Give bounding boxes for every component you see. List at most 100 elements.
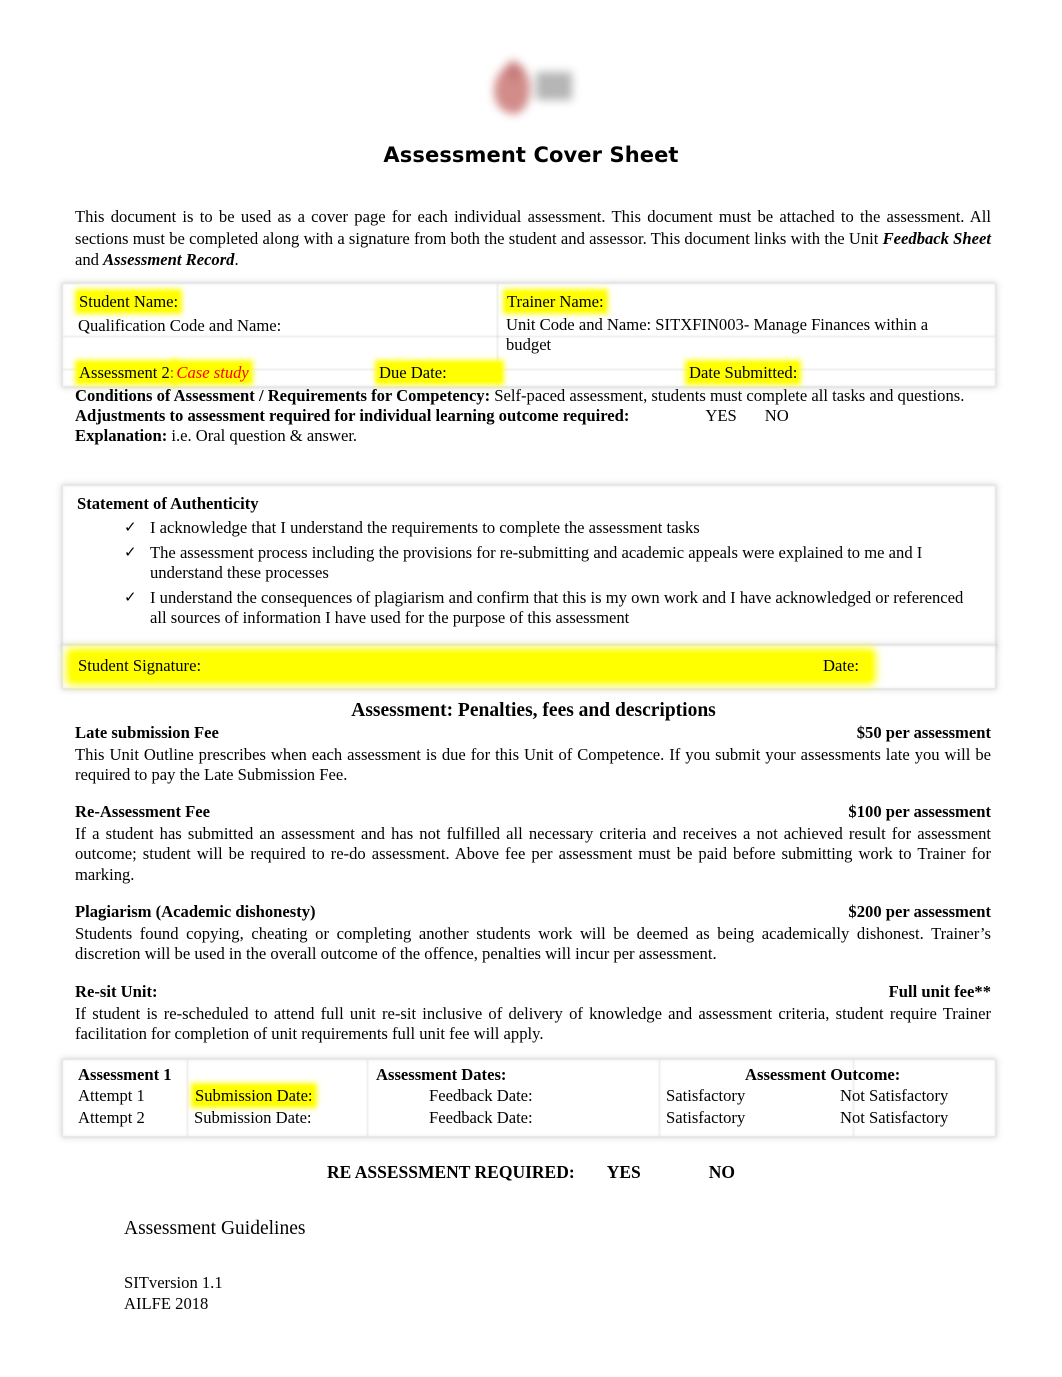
reassessment-no-option[interactable]: NO xyxy=(709,1162,735,1182)
penalty-body: Students found copying, cheating or comp… xyxy=(75,923,991,964)
penalty-block-re-sit: Re-sit Unit: Full unit fee** If student … xyxy=(75,982,991,1045)
info-table-grid: Student Name: Trainer Name: Qualificatio… xyxy=(63,284,995,386)
page-title: Assessment Cover Sheet xyxy=(383,143,679,167)
conditions-block: Conditions of Assessment / Requirements … xyxy=(75,386,993,445)
results-col-divider-2 xyxy=(367,1060,368,1136)
conditions-label: Conditions of Assessment / Requirements … xyxy=(75,386,491,405)
qualification-code-field: Qualification Code and Name: xyxy=(78,315,281,336)
adjustments-no-option[interactable]: NO xyxy=(765,406,789,425)
penalty-block-late-submission: Late submission Fee $50 per assessment T… xyxy=(75,723,991,786)
conditions-text: Self-paced assessment, students must com… xyxy=(490,386,965,405)
penalty-fee: $100 per assessment xyxy=(848,802,991,821)
reassessment-required-row: RE ASSESSMENT REQUIRED: YES NO xyxy=(0,1162,1062,1183)
results-col-divider-3 xyxy=(659,1060,660,1136)
check-icon: ✓ xyxy=(124,587,137,606)
intro-text-3: . xyxy=(234,250,239,269)
unit-code-label[interactable]: Unit Code and Name: SITXFIN003- Manage F… xyxy=(506,315,928,354)
unit-code-field: Unit Code and Name: SITXFIN003- Manage F… xyxy=(506,315,976,355)
adjustments-yes-option[interactable]: YES xyxy=(705,406,736,425)
penalty-body: If a student has submitted an assessment… xyxy=(75,823,991,884)
logo-container xyxy=(0,52,1062,126)
date-submitted-label[interactable]: Date Submitted: xyxy=(688,363,799,382)
statement-of-authenticity-table: Statement of Authenticity ✓ I acknowledg… xyxy=(62,485,996,647)
logo-mark-accent xyxy=(506,60,520,80)
due-date-label[interactable]: Due Date: xyxy=(378,363,501,382)
logo-wordmark xyxy=(536,72,572,100)
results-header-outcome: Assessment Outcome: xyxy=(745,1065,901,1084)
student-info-table: Student Name: Trainer Name: Qualificatio… xyxy=(62,283,996,387)
penalties-section-title: Assessment: Penalties, fees and descript… xyxy=(351,700,716,721)
student-name-field: Student Name: xyxy=(78,291,180,312)
signature-row: Student Signature: Date: xyxy=(62,645,996,689)
assessment-results-table: Assessment 1 Assessment Dates: Assessmen… xyxy=(62,1059,996,1137)
reassessment-yes-option[interactable]: YES xyxy=(607,1162,641,1182)
authenticity-item-text: I understand the consequences of plagiar… xyxy=(150,587,964,628)
reassessment-label: RE ASSESSMENT REQUIRED: xyxy=(327,1162,575,1182)
signature-date-label[interactable]: Date: xyxy=(823,656,859,676)
table-row-attempt-2-not-satisfactory[interactable]: Not Satisfactory xyxy=(840,1108,948,1128)
qualification-code-label[interactable]: Qualification Code and Name: xyxy=(78,316,281,335)
institute-logo-icon xyxy=(478,58,584,120)
penalty-fee: $200 per assessment xyxy=(848,902,991,921)
penalty-heading: Late submission Fee xyxy=(75,723,219,742)
table-row-attempt-2-satisfactory[interactable]: Satisfactory xyxy=(666,1108,745,1128)
intro-emphasis-assessment-record: Assessment Record xyxy=(103,250,235,269)
explanation-line: Explanation: i.e. Oral question & answer… xyxy=(75,426,993,446)
results-col-divider-1 xyxy=(187,1060,188,1136)
table-row-attempt-1-label: Attempt 1 xyxy=(78,1086,145,1105)
footer-version: SITversion 1.1 xyxy=(124,1273,223,1292)
penalty-fee: $50 per assessment xyxy=(856,723,991,742)
results-grid: Assessment 1 Assessment Dates: Assessmen… xyxy=(63,1060,995,1136)
penalty-fee: Full unit fee** xyxy=(888,982,991,1001)
penalty-heading-row: Late submission Fee $50 per assessment xyxy=(75,723,991,744)
authenticity-item-text: The assessment process including the pro… xyxy=(150,542,923,583)
list-item: ✓ I understand the consequences of plagi… xyxy=(77,588,977,629)
intro-paragraph: This document is to be used as a cover p… xyxy=(75,206,991,271)
adjustments-label: Adjustments to assessment required for i… xyxy=(75,405,630,425)
explanation-text: i.e. Oral question & answer. xyxy=(167,425,358,445)
student-signature-label[interactable]: Student Signature: xyxy=(78,656,201,676)
table-row-attempt-1-feedback[interactable]: Feedback Date: xyxy=(429,1086,533,1106)
list-item: ✓ I acknowledge that I understand the re… xyxy=(77,518,977,539)
penalty-heading-row: Re-sit Unit: Full unit fee** xyxy=(75,982,991,1003)
table-row-attempt-1-not-satisfactory[interactable]: Not Satisfactory xyxy=(840,1086,948,1106)
list-item: ✓ The assessment process including the p… xyxy=(77,543,977,584)
table-row-attempt-2-feedback[interactable]: Feedback Date: xyxy=(429,1108,533,1128)
table-row-attempt-2-label: Attempt 2 xyxy=(78,1108,145,1127)
authenticity-list: ✓ I acknowledge that I understand the re… xyxy=(77,518,977,633)
assessment-guidelines-heading: Assessment Guidelines xyxy=(124,1218,306,1239)
assessment-number-field: Assessment 2: Case study xyxy=(78,362,250,383)
results-header-assessment: Assessment 1 xyxy=(78,1065,172,1084)
conditions-line: Conditions of Assessment / Requirements … xyxy=(75,386,993,406)
adjustments-line: Adjustments to assessment required for i… xyxy=(75,406,993,426)
intro-emphasis-feedback-sheet: Feedback Sheet xyxy=(882,228,991,248)
footer-version-block: SITversion 1.1 AILFE 2018 xyxy=(124,1272,223,1314)
penalty-heading-row: Plagiarism (Academic dishonesty) $200 pe… xyxy=(75,902,991,923)
intro-text-1: This document is to be used as a cover p… xyxy=(75,207,991,248)
intro-text-2: and xyxy=(75,250,104,269)
penalty-body: This Unit Outline prescribes when each a… xyxy=(75,744,991,785)
trainer-name-label[interactable]: Trainer Name: xyxy=(506,292,605,311)
penalty-heading: Re-Assessment Fee xyxy=(75,802,211,821)
table-row-attempt-1-satisfactory[interactable]: Satisfactory xyxy=(666,1086,745,1106)
results-header-dates: Assessment Dates: xyxy=(376,1065,507,1084)
document-page: Assessment Cover Sheet This document is … xyxy=(0,0,1062,1377)
penalty-body: If student is re-scheduled to attend ful… xyxy=(75,1003,991,1044)
check-icon: ✓ xyxy=(124,542,137,561)
student-name-label[interactable]: Student Name: xyxy=(78,292,180,311)
authenticity-heading: Statement of Authenticity xyxy=(77,494,259,513)
penalty-heading: Re-sit Unit: xyxy=(75,982,158,1001)
assessment-label: Assessment 2: xyxy=(78,363,176,382)
explanation-label: Explanation: xyxy=(75,425,168,445)
penalty-block-re-assessment: Re-Assessment Fee $100 per assessment If… xyxy=(75,802,991,885)
trainer-name-field: Trainer Name: xyxy=(506,291,605,312)
check-icon: ✓ xyxy=(124,518,137,536)
table-row-attempt-2-submission[interactable]: Submission Date: xyxy=(194,1108,312,1128)
footer-org-year: AILFE 2018 xyxy=(124,1294,209,1313)
penalty-block-plagiarism: Plagiarism (Academic dishonesty) $200 pe… xyxy=(75,902,991,965)
table-row-attempt-1-submission[interactable]: Submission Date: xyxy=(194,1086,314,1106)
authenticity-item-text: I acknowledge that I understand the requ… xyxy=(150,518,700,537)
penalty-heading: Plagiarism (Academic dishonesty) xyxy=(75,902,316,921)
penalty-heading-row: Re-Assessment Fee $100 per assessment xyxy=(75,802,991,823)
due-date-field: Due Date: xyxy=(378,362,501,383)
